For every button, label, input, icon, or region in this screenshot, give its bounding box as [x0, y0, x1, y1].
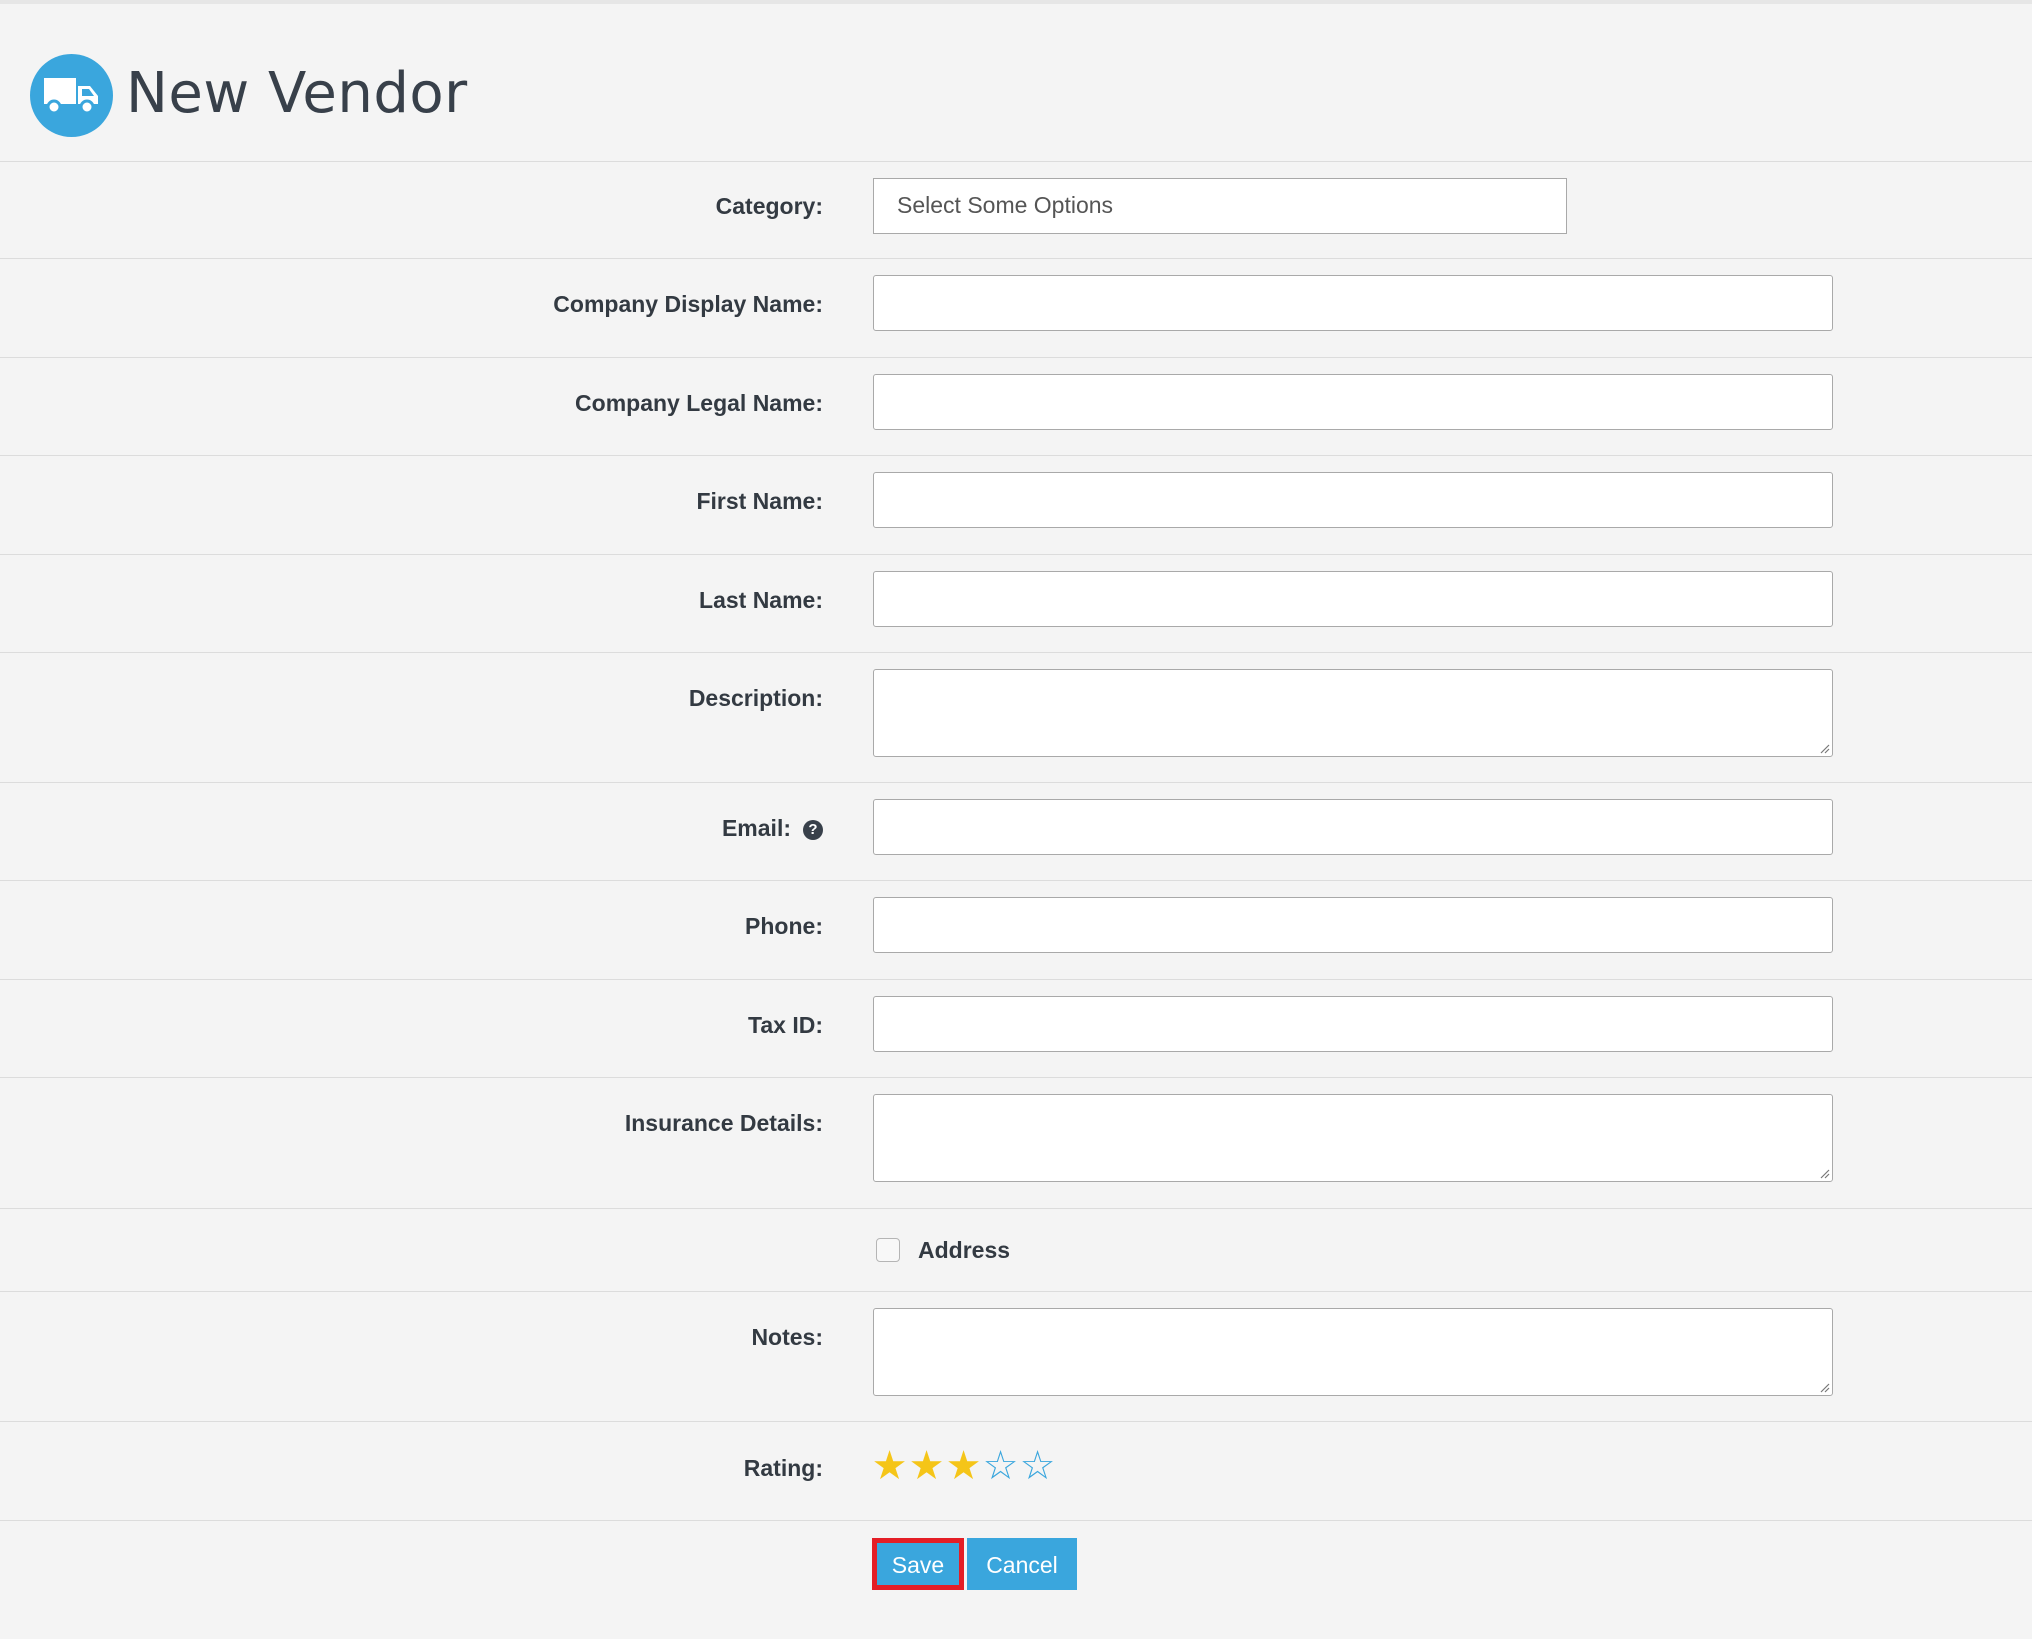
star-2-icon[interactable]: ★: [907, 1446, 945, 1486]
email-input[interactable]: [873, 799, 1833, 855]
resize-grip-icon[interactable]: [1818, 742, 1830, 754]
category-select[interactable]: Select Some Options: [873, 178, 1567, 234]
form-row-rating: Rating: ★★★☆☆: [0, 1421, 2032, 1520]
form-row-email: Email:?: [0, 782, 2032, 880]
phone-input[interactable]: [873, 897, 1833, 953]
email-label: Email:: [721, 815, 791, 841]
company-display-name-label: Company Display Name:: [553, 291, 823, 317]
category-label: Category:: [715, 193, 823, 219]
insurance-details-label: Insurance Details:: [624, 1110, 823, 1136]
form-row-company-display-name: Company Display Name:: [0, 258, 2032, 357]
star-3-icon[interactable]: ★: [944, 1446, 982, 1486]
company-legal-name-input[interactable]: [873, 374, 1833, 430]
first-name-input[interactable]: [873, 472, 1833, 528]
tax-id-label: Tax ID:: [748, 1012, 823, 1038]
address-label[interactable]: Address: [918, 1237, 1010, 1264]
star-1-icon[interactable]: ★: [870, 1446, 908, 1486]
form-row-first-name: First Name:: [0, 455, 2032, 554]
phone-label: Phone:: [745, 913, 823, 939]
form-row-company-legal-name: Company Legal Name:: [0, 357, 2032, 455]
company-legal-name-label: Company Legal Name:: [575, 390, 823, 416]
save-button[interactable]: Save: [872, 1538, 964, 1590]
page-header: New Vendor: [0, 0, 2032, 161]
email-label-group: Email:?: [722, 815, 823, 842]
form-row-address: Address: [0, 1208, 2032, 1291]
cancel-button[interactable]: Cancel: [967, 1538, 1077, 1590]
form-row-actions: Save Cancel: [0, 1520, 2032, 1639]
star-4-icon[interactable]: ☆: [981, 1446, 1019, 1486]
form-row-phone: Phone:: [0, 880, 2032, 979]
page-title: New Vendor: [126, 61, 468, 126]
company-display-name-input[interactable]: [873, 275, 1833, 331]
last-name-input[interactable]: [873, 571, 1833, 627]
category-placeholder: Select Some Options: [897, 192, 1114, 218]
notes-textarea[interactable]: [873, 1308, 1833, 1396]
first-name-label: First Name:: [696, 488, 823, 514]
resize-grip-icon[interactable]: [1818, 1381, 1830, 1393]
insurance-details-textarea[interactable]: [873, 1094, 1833, 1182]
truck-icon: [30, 54, 113, 137]
notes-label: Notes:: [751, 1324, 823, 1350]
address-checkbox[interactable]: [876, 1238, 900, 1262]
description-textarea[interactable]: [873, 669, 1833, 757]
description-label: Description:: [688, 685, 823, 711]
tax-id-input[interactable]: [873, 996, 1833, 1052]
form-row-notes: Notes:: [0, 1291, 2032, 1421]
form-row-insurance-details: Insurance Details:: [0, 1077, 2032, 1208]
question-circle-icon[interactable]: ?: [803, 820, 823, 840]
form-row-description: Description:: [0, 652, 2032, 782]
form-row-category: Category: Select Some Options: [0, 161, 2032, 258]
last-name-label: Last Name:: [699, 587, 823, 613]
form-row-tax-id: Tax ID:: [0, 979, 2032, 1077]
rating-stars: ★★★☆☆: [870, 1446, 1056, 1486]
star-5-icon[interactable]: ☆: [1018, 1446, 1056, 1486]
resize-grip-icon[interactable]: [1818, 1167, 1830, 1179]
rating-label: Rating:: [743, 1455, 823, 1481]
form-row-last-name: Last Name:: [0, 554, 2032, 652]
